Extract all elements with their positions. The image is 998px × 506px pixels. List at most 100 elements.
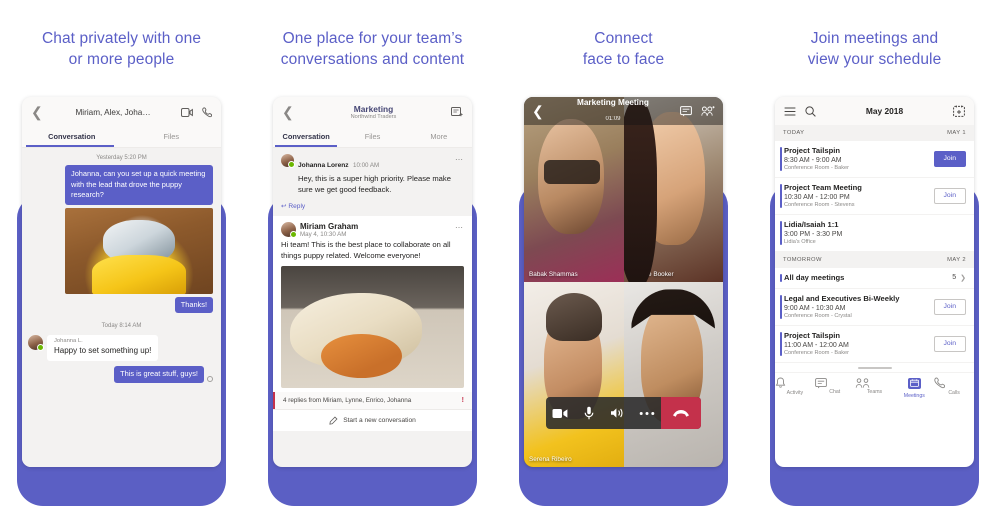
channel-title: Marketing [353, 103, 394, 114]
call-title: Marketing Meeting [577, 97, 649, 107]
panel-calendar: Join meetings and view your schedule May… [753, 0, 996, 506]
join-button[interactable]: Join [933, 150, 966, 167]
tab-files[interactable]: Files [122, 127, 222, 147]
event-meta: Legal and Executives Bi-Weekly 9:00 AM -… [784, 294, 934, 319]
post-timestamp: May 4, 10:30 AM [300, 231, 347, 238]
tab-meetings[interactable]: Meetings [894, 374, 934, 399]
panel-headline: Chat privately with one or more people [10, 28, 233, 70]
join-button[interactable]: Join [933, 335, 966, 352]
calendar-event-row[interactable]: Project Tailspin 11:00 AM - 12:00 AM Con… [775, 326, 974, 363]
day-section-header: TOMORROW MAY 2 [775, 252, 974, 268]
avatar[interactable] [281, 222, 297, 238]
video-icon[interactable] [546, 408, 575, 419]
event-meta: Project Tailspin 11:00 AM - 12:00 AM Con… [784, 331, 934, 356]
new-post-icon[interactable] [451, 106, 463, 118]
panel-headline: Join meetings and view your schedule [763, 28, 986, 70]
reply-arrow-icon: ↩ [281, 203, 287, 210]
phone-icon[interactable] [202, 106, 212, 118]
start-new-conversation-button[interactable]: Start a new conversation [273, 409, 472, 431]
day-stamp-today: Today 8:14 AM [101, 323, 142, 329]
new-conversation-label: Start a new conversation [343, 417, 416, 424]
panel-team-channel: One place for your team’s conversations … [251, 0, 494, 506]
join-button[interactable]: Join [933, 187, 966, 204]
event-location: Conference Room - Crystal [784, 313, 852, 319]
tab-conversation[interactable]: Conversation [22, 127, 122, 147]
message-text: Happy to set something up! [54, 346, 152, 355]
day-stamp-yesterday: Yesterday 5:20 PM [96, 155, 147, 161]
puppy-photo[interactable] [65, 207, 213, 294]
event-title: Project Team Meeting [784, 183, 862, 192]
hangup-icon[interactable] [661, 397, 701, 429]
microphone-icon[interactable] [575, 406, 604, 420]
reply-action[interactable]: ↩ Reply [273, 199, 472, 216]
video-tile[interactable]: Serena Ribeiro [524, 282, 624, 467]
back-icon[interactable]: ❮ [31, 105, 45, 119]
replies-summary[interactable]: 4 replies from Miriam, Lynne, Enrico, Jo… [273, 392, 472, 409]
chevron-right-icon: ❯ [960, 274, 966, 282]
back-icon[interactable]: ❮ [282, 105, 296, 119]
join-button[interactable]: Join [933, 298, 966, 315]
calendar-icon [907, 377, 921, 389]
post-timestamp: 10:00 AM [353, 162, 380, 169]
channel-nav-actions [451, 106, 463, 118]
labrador-photo[interactable] [281, 266, 464, 388]
headline-line-1: Chat privately with one [41, 30, 202, 47]
add-people-icon[interactable] [701, 105, 715, 117]
more-options-icon[interactable]: ⋯ [455, 223, 464, 232]
tab-label: Activity [786, 389, 804, 396]
search-icon[interactable] [805, 105, 816, 117]
event-meta: Project Tailspin 8:30 AM - 9:00 AM Confe… [784, 146, 934, 171]
tab-label: Calls [948, 389, 960, 396]
event-time: 10:30 AM - 12:00 PM [784, 193, 850, 201]
all-day-meetings-row[interactable]: All day meetings 5 ❯ [775, 268, 974, 289]
phone-screen-channel: ❮ Marketing Northwind Traders Conversati… [273, 97, 472, 467]
day-label: TOMORROW [783, 257, 822, 263]
speaker-icon[interactable] [604, 407, 633, 419]
calendar-event-row[interactable]: Lidia/Isaiah 1:1 3:00 PM - 3:30 PM Lidia… [775, 215, 974, 252]
calendar-event-row[interactable]: Project Team Meeting 10:30 AM - 12:00 PM… [775, 178, 974, 215]
post-body: Hi team! This is the best place to colla… [281, 240, 451, 260]
more-icon[interactable] [632, 411, 661, 416]
new-meeting-icon[interactable] [953, 105, 965, 117]
tab-conversation[interactable]: Conversation [273, 127, 339, 147]
hamburger-menu-icon[interactable] [784, 107, 796, 116]
chat-bubble-icon[interactable] [680, 105, 692, 117]
chat-icon [814, 377, 855, 389]
message-bubble-outgoing-1[interactable]: Johanna, can you set up a quick meeting … [65, 165, 213, 205]
tab-activity[interactable]: Activity [775, 377, 815, 396]
event-title: Project Tailspin [784, 331, 840, 340]
headline-line-2: view your schedule [807, 51, 942, 68]
tab-chat[interactable]: Chat [814, 377, 855, 395]
avatar[interactable] [28, 335, 44, 351]
calendar-navbar: May 2018 [775, 97, 974, 125]
tab-teams[interactable]: Teams [855, 378, 895, 395]
day-date: MAY 1 [947, 130, 966, 136]
avatar[interactable] [281, 154, 295, 168]
participant-name: Danielle Booker [628, 271, 674, 278]
channel-post-2[interactable]: ⋯ Miriam Graham May 4, 10:30 AM Hi team!… [273, 216, 472, 392]
video-tile[interactable] [623, 282, 723, 467]
event-time: 3:00 PM - 3:30 PM [784, 230, 843, 238]
more-options-icon[interactable]: ⋯ [455, 155, 464, 164]
tab-files[interactable]: Files [339, 127, 405, 147]
tab-calls[interactable]: Calls [934, 377, 974, 396]
calendar-event-row[interactable]: Legal and Executives Bi-Weekly 9:00 AM -… [775, 289, 974, 326]
tab-more[interactable]: More [406, 127, 472, 147]
event-location: Lidia's Office [784, 239, 816, 245]
participant-name: Babak Shammas [529, 271, 578, 278]
channel-post-1[interactable]: ⋯ Johanna Lorenz 10:00 AM Hey, this is a… [273, 148, 472, 199]
calendar-event-row[interactable]: Project Tailspin 8:30 AM - 9:00 AM Confe… [775, 141, 974, 178]
day-label: TODAY [783, 130, 805, 136]
panel-video-call: Connect face to face Babak Shammas Danie… [502, 0, 745, 506]
message-bubble-incoming[interactable]: Johanna L. Happy to set something up! [47, 335, 159, 361]
video-camera-icon[interactable] [181, 107, 193, 117]
tab-label: Meetings [903, 392, 925, 399]
app-store-screenshot-gallery: Chat privately with one or more people ❮… [0, 0, 998, 506]
message-bubble-outgoing-2[interactable]: Thanks! [174, 296, 213, 313]
message-bubble-outgoing-3[interactable]: This is great stuff, guys! [114, 366, 204, 383]
event-location: Conference Room - Stevens [784, 202, 855, 208]
teams-icon [855, 378, 895, 389]
phone-icon [934, 377, 974, 389]
back-icon[interactable]: ❮ [532, 104, 546, 118]
home-indicator [775, 363, 974, 372]
